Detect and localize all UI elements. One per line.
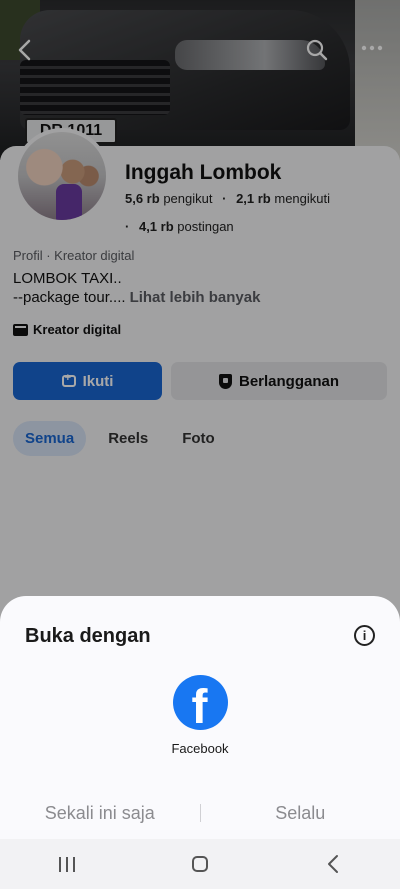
sheet-actions: Sekali ini saja Selalu xyxy=(0,799,400,827)
open-with-sheet: Buka dengan i f Facebook Sekali ini saja… xyxy=(0,596,400,839)
always-button[interactable]: Selalu xyxy=(201,803,400,824)
back-button[interactable] xyxy=(303,839,363,889)
info-icon[interactable]: i xyxy=(354,625,375,646)
sheet-title: Buka dengan xyxy=(25,625,151,647)
system-nav-bar xyxy=(0,839,400,889)
facebook-icon: f xyxy=(172,675,228,730)
home-button[interactable] xyxy=(170,839,230,889)
app-name: Facebook xyxy=(171,741,229,756)
app-option-facebook[interactable]: f Facebook xyxy=(150,675,250,756)
recents-button[interactable] xyxy=(37,839,97,889)
recents-icon xyxy=(58,856,75,872)
back-nav-icon xyxy=(328,855,339,873)
just-once-button[interactable]: Sekali ini saja xyxy=(0,803,200,824)
home-icon xyxy=(191,856,208,872)
